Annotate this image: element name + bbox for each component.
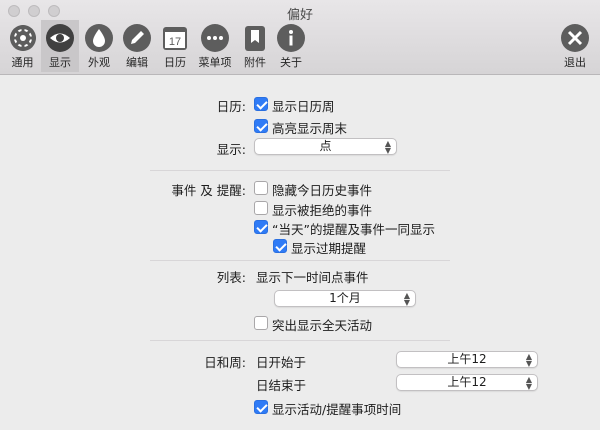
ellipsis-icon [201,24,229,52]
hide-past-checkbox[interactable] [254,181,268,195]
display-section-label: 显示: [216,142,246,157]
tab-calendar[interactable]: 17 日历 [157,20,193,72]
tab-display[interactable]: 显示 [41,20,79,72]
tab-calendar-label: 日历 [164,56,186,69]
tab-appearance-label: 外观 [88,56,110,69]
day-start-value: 上午12 [447,352,487,366]
display-style-select[interactable]: 点 ▲ ▼ [254,138,397,155]
gear-icon [9,25,36,51]
highlight-allday-checkbox[interactable] [254,316,268,330]
info-icon [277,24,305,52]
highlight-allday-label: 突出显示全天活动 [272,318,373,333]
calendar-icon: 17 [163,27,187,50]
tab-about[interactable]: 关于 [274,20,308,72]
chevron-updown-icon: ▲ ▼ [525,352,532,368]
tab-editing-label: 编辑 [126,56,148,69]
day-start-select[interactable]: 上午12 ▲ ▼ [396,351,538,368]
list-period-select[interactable]: 1个月 ▲ ▼ [274,290,416,307]
quit-label: 退出 [564,56,586,69]
tab-plugins[interactable]: 附件 [238,20,272,72]
show-today-reminders-label: “当天”的提醒及事件一同显示 [272,222,435,237]
separator [150,260,450,261]
chevron-updown-icon: ▲ ▼ [525,375,532,391]
show-activity-time-checkbox[interactable] [254,400,268,414]
tab-plugins-label: 附件 [244,56,266,69]
hide-past-label: 隐藏今日历史事件 [272,183,373,198]
drop-icon [85,24,113,52]
separator [150,170,450,171]
chevron-updown-icon: ▲ ▼ [403,291,410,307]
preferences-window: 偏好 通用 显示 外观 编辑 17 日历 菜单项 附件 关于 退出 日历: 显示… [0,0,600,430]
day-week-section-label: 日和周: [204,355,246,370]
show-week-checkbox[interactable] [254,97,268,111]
next-events-text: 显示下一时间点事件 [256,270,369,285]
show-declined-checkbox[interactable] [254,201,268,215]
highlight-weekend-label: 高亮显示周末 [272,121,348,136]
show-activity-time-label: 显示活动/提醒事项时间 [272,402,402,417]
show-overdue-label: 显示过期提醒 [291,241,367,256]
tab-menu-items[interactable]: 菜单项 [195,20,235,72]
tab-editing[interactable]: 编辑 [119,20,155,72]
list-section-label: 列表: [216,270,246,285]
titlebar: 偏好 通用 显示 外观 编辑 17 日历 菜单项 附件 关于 退出 [0,0,600,75]
tab-general-label: 通用 [11,56,34,69]
tab-menu-items-label: 菜单项 [198,56,232,69]
day-start-label: 日开始于 [256,355,307,370]
tab-display-label: 显示 [49,56,71,69]
calendar-day-text: 17 [169,36,181,48]
show-today-reminders-checkbox[interactable] [254,220,268,234]
tab-general[interactable]: 通用 [4,20,41,72]
bookmark-icon [245,26,265,51]
tab-appearance[interactable]: 外观 [81,20,117,72]
list-period-value: 1个月 [329,291,361,305]
chevron-updown-icon: ▲ ▼ [384,139,391,155]
day-end-select[interactable]: 上午12 ▲ ▼ [396,374,538,391]
show-overdue-checkbox[interactable] [273,239,287,253]
highlight-weekend-checkbox[interactable] [254,119,268,133]
events-section-label: 事件 及 提醒: [171,183,246,198]
calendar-section-label: 日历: [216,99,246,114]
day-end-value: 上午12 [447,375,487,389]
separator [150,340,450,341]
quit-button[interactable]: 退出 [558,20,592,72]
display-settings-panel: 日历: 显示日历周 高亮显示周末 显示: 点 ▲ ▼ 事件 及 提醒: 隐藏今日历… [0,76,600,430]
show-week-label: 显示日历周 [272,99,335,114]
display-style-value: 点 [319,139,332,153]
eye-icon [46,24,74,52]
tab-about-label: 关于 [280,56,302,69]
close-icon [561,24,589,52]
pencil-icon [123,24,151,52]
show-declined-label: 显示被拒绝的事件 [272,203,373,218]
day-end-label: 日结束于 [256,378,307,393]
